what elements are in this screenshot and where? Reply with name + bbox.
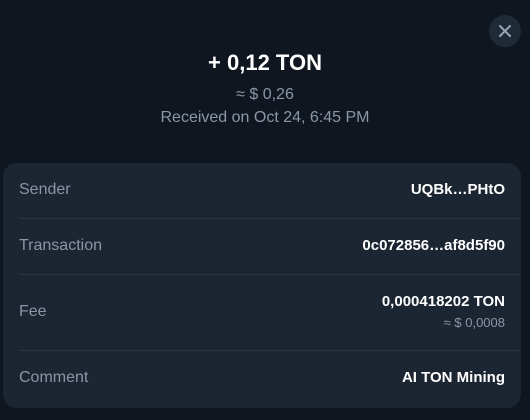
fee-amount: 0,000418202 TON — [381, 293, 505, 310]
comment-row: Comment AI TON Mining — [19, 367, 505, 389]
transaction-details-modal: + 0,12 TON ≈ $ 0,26 Received on Oct 24, … — [0, 0, 530, 420]
divider — [19, 218, 521, 219]
sender-row: Sender UQBk…PHtO — [19, 179, 505, 201]
divider — [19, 274, 521, 275]
fiat-amount: ≈ $ 0,26 — [236, 86, 294, 103]
transaction-amount: + 0,12 TON — [208, 50, 322, 75]
close-button[interactable] — [489, 15, 521, 47]
fee-row: Fee 0,000418202 TON ≈ $ 0,0008 — [19, 290, 505, 334]
comment-label: Comment — [19, 369, 89, 386]
transaction-label: Transaction — [19, 237, 102, 254]
fee-label: Fee — [19, 303, 47, 320]
details-card: Sender UQBk…PHtO Transaction 0c072856…af… — [3, 163, 521, 408]
transaction-hash[interactable]: 0c072856…af8d5f90 — [362, 236, 505, 256]
sender-label: Sender — [19, 181, 71, 198]
comment-text: AI TON Mining — [401, 369, 505, 386]
received-timestamp: Received on Oct 24, 6:45 PM — [160, 109, 370, 126]
fee-fiat: ≈ $ 0,0008 — [443, 315, 505, 330]
close-icon — [498, 24, 512, 38]
divider — [19, 350, 521, 351]
fee-values: 0,000418202 TON ≈ $ 0,0008 — [382, 292, 505, 332]
transaction-row: Transaction 0c072856…af8d5f90 — [19, 235, 505, 257]
sender-address[interactable]: UQBk…PHtO — [411, 180, 505, 200]
